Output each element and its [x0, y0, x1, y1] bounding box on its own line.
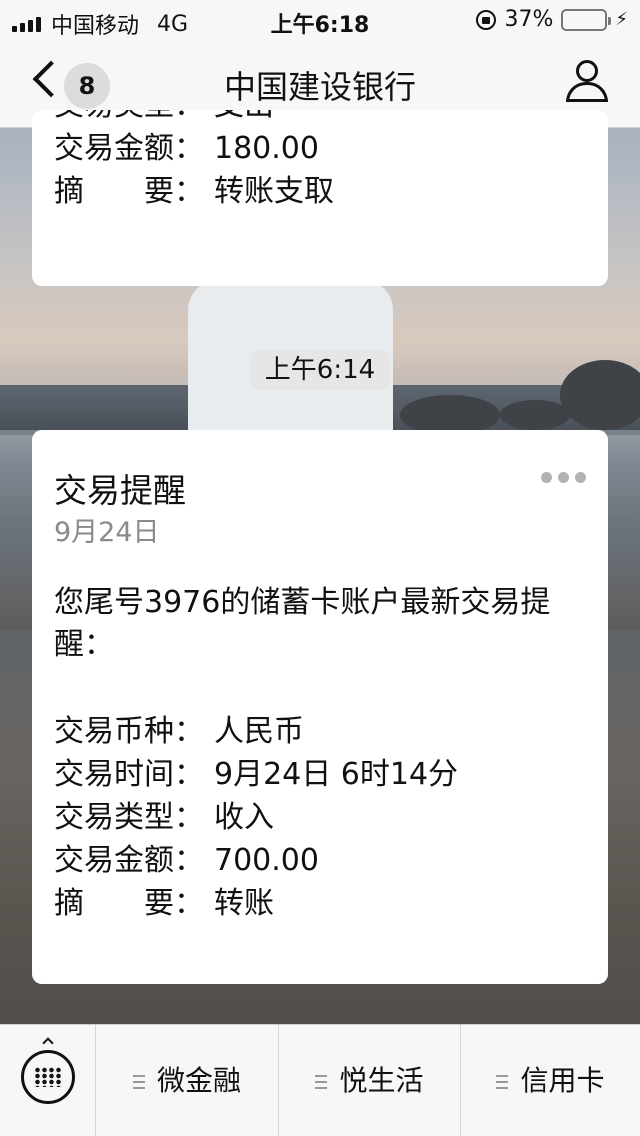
menu-lines-icon: [496, 1075, 509, 1089]
card-title: 交易提醒: [54, 471, 186, 510]
detail-key: 交易类型：: [54, 800, 204, 835]
detail-row: 交易类型： 收入: [54, 796, 458, 839]
detail-value: 人民币: [214, 714, 304, 749]
detail-value: 收入: [214, 800, 274, 835]
detail-row: 交易金额： 180.00: [54, 127, 334, 170]
menu-lines-icon: [315, 1075, 328, 1089]
keyboard-toggle-button[interactable]: [0, 1025, 96, 1136]
rotation-lock-icon: [476, 9, 497, 30]
detail-key: 交易时间：: [54, 757, 204, 792]
detail-value: 180.00: [214, 131, 319, 166]
status-bar: 中国移动 4G 上午6:18 37% ⚡: [0, 0, 640, 40]
detail-key: 摘 要：: [54, 174, 204, 209]
charging-icon: ⚡: [615, 9, 628, 30]
battery-percent: 37%: [504, 7, 554, 32]
bottom-menu-bar: 微金融 悦生活 信用卡: [0, 1024, 640, 1136]
previous-message-rows: 交易类型：支出交易金额：180.00摘 要：转账支取: [54, 110, 334, 239]
menu-item-label: 信用卡: [520, 1064, 605, 1097]
menu-lines-icon: [132, 1075, 145, 1089]
keyboard-icon: [21, 1037, 75, 1104]
person-icon[interactable]: [564, 60, 610, 106]
transaction-alert-card[interactable]: 交易提醒 9月24日 您尾号3976的储蓄卡账户最新交易提醒： 交易币种： 人民币…: [32, 430, 608, 984]
detail-key: 交易金额：: [54, 131, 204, 166]
detail-value: 转账: [214, 886, 274, 921]
message-timestamp: 上午6:14: [251, 350, 389, 390]
chat-title: 中国建设银行: [223, 68, 416, 106]
background-rock: [500, 400, 570, 430]
detail-key: 摘 要：: [54, 886, 204, 921]
more-options-icon[interactable]: [541, 472, 586, 483]
detail-row: 摘 要： 转账支取: [54, 170, 334, 213]
battery-icon: [561, 8, 612, 31]
background-rock: [560, 360, 640, 430]
detail-row: 交易金额： 700.00: [54, 839, 458, 882]
detail-value: 700.00: [214, 843, 319, 878]
menu-item-yue-shenghuo[interactable]: 悦生活: [278, 1025, 460, 1136]
card-intro-text: 您尾号3976的储蓄卡账户最新交易提醒：: [54, 585, 551, 662]
detail-row: 交易类型：支出: [54, 110, 334, 127]
card-detail-rows: 交易币种： 人民币 交易时间： 9月24日 6时14分 交易类型： 收入 交易金额： 700.…: [54, 710, 458, 925]
detail-key: 交易币种：: [54, 714, 204, 749]
card-date: 9月24日: [54, 517, 160, 548]
detail-value: 9月24日 6时14分: [214, 757, 459, 792]
detail-row: 交易币种： 人民币: [54, 710, 458, 753]
detail-row: 摘 要： 转账: [54, 882, 458, 925]
detail-value: 支出: [214, 110, 274, 127]
detail-row: 交易时间： 9月24日 6时14分: [54, 753, 458, 796]
menu-item-wei-jinrong[interactable]: 微金融: [96, 1025, 278, 1136]
detail-key: 交易金额：: [54, 843, 204, 878]
background-rock: [400, 395, 500, 435]
detail-key: 交易类型：: [54, 110, 214, 127]
detail-value: 转账支取: [214, 174, 334, 209]
previous-message-card[interactable]: 交易类型：支出交易金额：180.00摘 要：转账支取: [32, 110, 608, 286]
menu-item-xinyongka[interactable]: 信用卡: [460, 1025, 640, 1136]
menu-item-label: 微金融: [156, 1064, 241, 1097]
menu-item-label: 悦生活: [339, 1064, 424, 1097]
